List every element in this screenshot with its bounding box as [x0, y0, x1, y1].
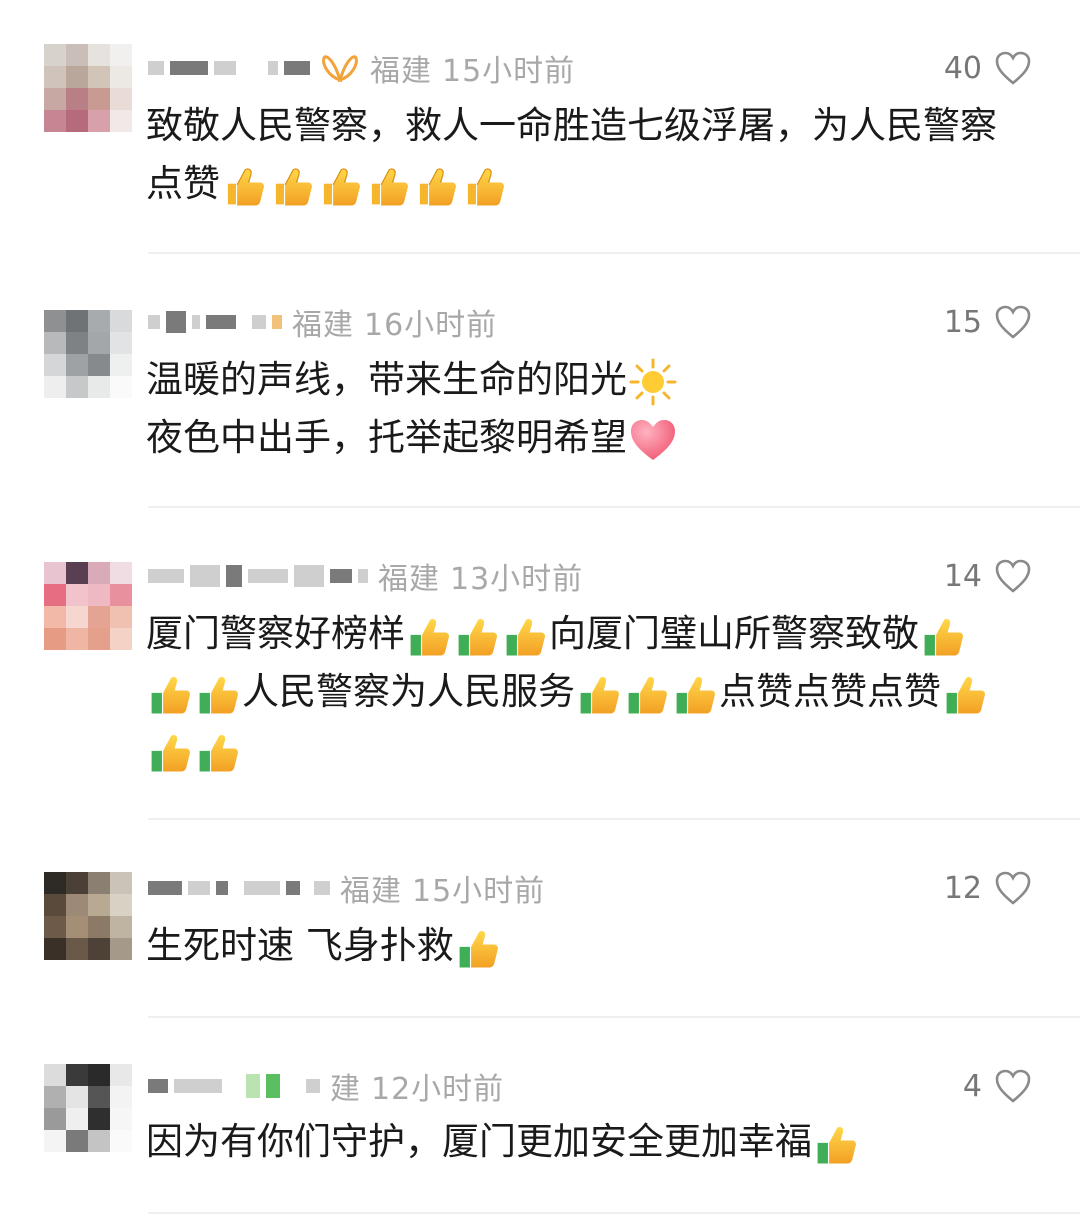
- comment-text: 因为有你们守护，厦门更加安全更加幸福: [146, 1113, 1010, 1171]
- sun-emoji: [629, 358, 677, 405]
- comment-header: 福建 15小时前: [148, 48, 576, 89]
- comment-time: 12小时前: [371, 1072, 505, 1107]
- avatar[interactable]: [44, 310, 132, 398]
- comment-text: 致敬人民警察，救人一命胜造七级浮屠，为人民警察点赞: [146, 97, 1010, 213]
- thumbs-up-emoji: [454, 613, 500, 659]
- thumbs-up-emoji: [502, 613, 548, 659]
- username-blurred[interactable]: [148, 881, 330, 895]
- thumbs-up-emoji: [269, 163, 315, 209]
- like-count: 12: [943, 870, 982, 906]
- thumbs-up-emoji: [147, 729, 193, 775]
- like-count: 14: [943, 558, 982, 594]
- comment-header: 建 12小时前: [148, 1066, 505, 1107]
- divider: [148, 1212, 1080, 1214]
- comment-location: 福建: [370, 54, 432, 89]
- like-button[interactable]: 15: [944, 302, 1032, 342]
- like-button[interactable]: 14: [944, 556, 1032, 596]
- thumbs-up-emoji: [147, 671, 193, 717]
- divider: [148, 1016, 1080, 1018]
- thumbs-up-emoji: [195, 729, 241, 775]
- heart-icon: [995, 871, 1031, 905]
- avatar[interactable]: [44, 872, 132, 960]
- like-count: 15: [943, 304, 982, 340]
- heart-icon: [995, 559, 1031, 593]
- comment-location: 福建: [340, 874, 402, 909]
- divider: [148, 506, 1080, 508]
- comment-header: 福建 13小时前: [148, 556, 584, 597]
- thumbs-up-emoji: [461, 163, 507, 209]
- thumbs-up-emoji: [195, 671, 241, 717]
- thumbs-up-emoji: [365, 163, 411, 209]
- comment-location: 建: [330, 1072, 361, 1107]
- like-count: 4: [962, 1068, 982, 1104]
- comment-location: 福建: [292, 308, 354, 343]
- thumbs-up-emoji: [576, 671, 622, 717]
- comment-text: 生死时速 飞身扑救: [146, 917, 1010, 975]
- avatar[interactable]: [44, 562, 132, 650]
- comment-time: 15小时前: [412, 874, 546, 909]
- avatar[interactable]: [44, 44, 132, 132]
- thumbs-up-emoji: [317, 163, 363, 209]
- like-button[interactable]: 12: [944, 868, 1032, 908]
- comment-header: 福建 16小时前: [148, 302, 498, 343]
- username-blurred[interactable]: [148, 311, 282, 333]
- heart-emoji: [631, 419, 675, 460]
- comment-text: 厦门警察好榜样 向厦门璧山所警察致敬人民警察为人民服务 点赞点赞点赞: [146, 605, 1010, 779]
- thumbs-up-emoji: [942, 671, 988, 717]
- divider: [148, 818, 1080, 820]
- thumbs-up-emoji: [672, 671, 718, 717]
- username-blurred[interactable]: [148, 565, 368, 587]
- heart-icon: [995, 51, 1031, 85]
- divider: [148, 252, 1080, 254]
- username-blurred[interactable]: [148, 1074, 320, 1098]
- comment-location: 福建: [378, 562, 440, 597]
- thumbs-up-emoji: [221, 163, 267, 209]
- comment-time: 16小时前: [364, 308, 498, 343]
- thumbs-up-emoji: [406, 613, 452, 659]
- avatar[interactable]: [44, 1064, 132, 1152]
- username-blurred[interactable]: [148, 61, 310, 75]
- heart-icon: [995, 1069, 1031, 1103]
- thumbs-up-emoji: [413, 163, 459, 209]
- comment-time: 13小时前: [450, 562, 584, 597]
- thumbs-up-emoji: [624, 671, 670, 717]
- vip-butterfly-icon: [322, 55, 358, 83]
- comment-time: 15小时前: [442, 54, 576, 89]
- thumbs-up-emoji: [920, 613, 966, 659]
- like-count: 40: [943, 50, 982, 86]
- thumbs-up-emoji: [455, 925, 501, 971]
- like-button[interactable]: 40: [944, 48, 1032, 88]
- comment-header: 福建 15小时前: [148, 868, 546, 909]
- thumbs-up-emoji: [813, 1121, 859, 1167]
- heart-icon: [995, 305, 1031, 339]
- comment-text: 温暖的声线，带来生命的阳光 夜色中出手，托举起黎明希望: [146, 351, 1010, 467]
- like-button[interactable]: 4: [963, 1066, 1032, 1106]
